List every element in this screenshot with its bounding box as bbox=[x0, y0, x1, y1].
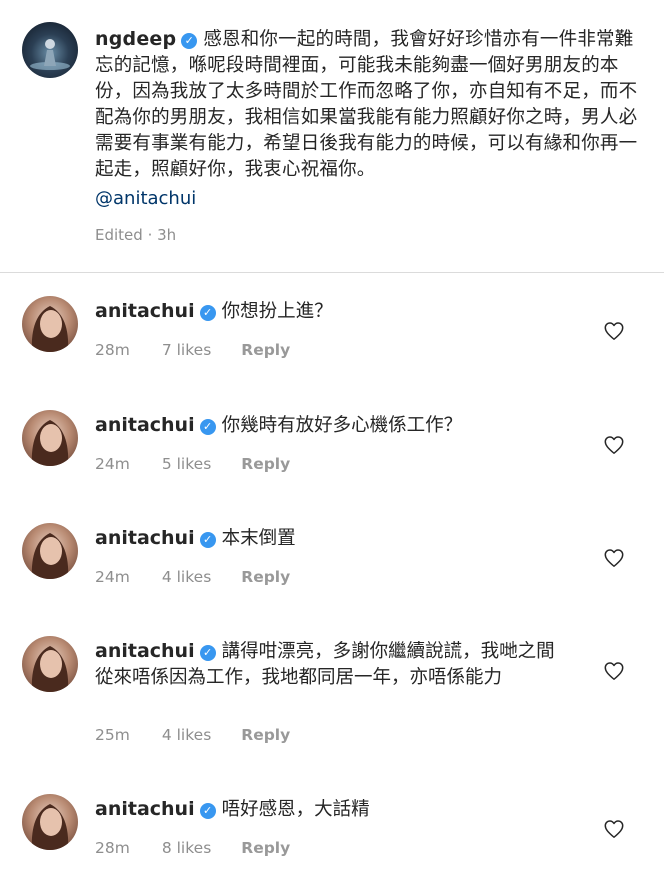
comment-likes[interactable]: 4 likes bbox=[162, 726, 211, 744]
post-caption: ngdeep ✓ 感恩和你一起的時間，我會好好珍惜亦有一件非常難忘的記憶，喺呢段時間… bbox=[0, 0, 664, 272]
caption-edited-timestamp: Edited · 3h bbox=[95, 226, 177, 244]
comment-likes[interactable]: 8 likes bbox=[162, 839, 211, 857]
comment-body: anitachui ✓ 你幾時有放好多心機係工作？ bbox=[95, 412, 565, 439]
verified-badge-icon: ✓ bbox=[199, 419, 216, 435]
comment-likes[interactable]: 4 likes bbox=[162, 568, 211, 586]
avatar-photo-icon bbox=[31, 804, 69, 850]
comment-text: 你想扮上進？ bbox=[221, 301, 333, 322]
mention-link[interactable]: @anitachui bbox=[95, 188, 196, 209]
caption-author-avatar[interactable] bbox=[22, 22, 78, 78]
comment-username[interactable]: anitachui bbox=[95, 640, 195, 662]
avatar-photo-icon bbox=[31, 420, 69, 466]
commenter-avatar[interactable] bbox=[22, 296, 78, 352]
heart-outline-icon[interactable] bbox=[603, 818, 625, 840]
comment-time: 24m bbox=[95, 568, 130, 586]
avatar-photo-icon bbox=[31, 306, 69, 352]
comment-meta: 28m 8 likes Reply bbox=[95, 839, 290, 857]
verified-badge-icon: ✓ bbox=[199, 645, 216, 661]
avatar-photo-icon bbox=[31, 646, 69, 692]
comment-likes[interactable]: 5 likes bbox=[162, 455, 211, 473]
heart-outline-icon[interactable] bbox=[603, 320, 625, 342]
commenter-avatar[interactable] bbox=[22, 636, 78, 692]
reply-button[interactable]: Reply bbox=[241, 726, 290, 744]
commenter-avatar[interactable] bbox=[22, 794, 78, 850]
commenter-avatar[interactable] bbox=[22, 410, 78, 466]
comment-body: anitachui ✓ 唔好感恩，大話精 bbox=[95, 796, 565, 823]
comment-username[interactable]: anitachui bbox=[95, 798, 195, 820]
comment-meta: 24m 5 likes Reply bbox=[95, 455, 290, 473]
comment-username[interactable]: anitachui bbox=[95, 414, 195, 436]
reply-button[interactable]: Reply bbox=[241, 568, 290, 586]
caption-text: 感恩和你一起的時間，我會好好珍惜亦有一件非常難忘的記憶，喺呢段時間裡面，可能我未… bbox=[95, 29, 638, 180]
verified-badge-icon: ✓ bbox=[199, 803, 216, 819]
avatar-photo-icon bbox=[31, 533, 69, 579]
comment-body: anitachui ✓ 講得咁漂亮，多謝你繼續說謊，我哋之間從來唔係因為工作，我地都… bbox=[95, 638, 565, 691]
verified-badge-icon: ✓ bbox=[199, 532, 216, 548]
comment-time: 25m bbox=[95, 726, 130, 744]
comment-body: anitachui ✓ 本末倒置 bbox=[95, 525, 565, 552]
comment-meta: 28m 7 likes Reply bbox=[95, 341, 290, 359]
comment-text: 唔好感恩，大話精 bbox=[221, 799, 370, 820]
heart-outline-icon[interactable] bbox=[603, 660, 625, 682]
divider bbox=[0, 272, 664, 273]
comment-body: anitachui ✓ 你想扮上進？ bbox=[95, 298, 565, 325]
heart-outline-icon[interactable] bbox=[603, 547, 625, 569]
caption-username[interactable]: ngdeep bbox=[95, 28, 176, 50]
comment-likes[interactable]: 7 likes bbox=[162, 341, 211, 359]
reply-button[interactable]: Reply bbox=[241, 839, 290, 857]
avatar-photo-icon bbox=[30, 39, 70, 70]
verified-badge-icon: ✓ bbox=[199, 305, 216, 321]
comment-meta: 25m 4 likes Reply bbox=[95, 726, 290, 744]
comment-time: 28m bbox=[95, 341, 130, 359]
comment-time: 24m bbox=[95, 455, 130, 473]
comment-meta: 24m 4 likes Reply bbox=[95, 568, 290, 586]
comment-text: 本末倒置 bbox=[221, 528, 296, 549]
reply-button[interactable]: Reply bbox=[241, 341, 290, 359]
verified-badge-icon: ✓ bbox=[181, 33, 198, 49]
commenter-avatar[interactable] bbox=[22, 523, 78, 579]
heart-outline-icon[interactable] bbox=[603, 434, 625, 456]
comment-username[interactable]: anitachui bbox=[95, 300, 195, 322]
comment-time: 28m bbox=[95, 839, 130, 857]
caption-body: ngdeep ✓ 感恩和你一起的時間，我會好好珍惜亦有一件非常難忘的記憶，喺呢段時間… bbox=[95, 26, 643, 183]
comment-text: 你幾時有放好多心機係工作？ bbox=[221, 415, 463, 436]
reply-button[interactable]: Reply bbox=[241, 455, 290, 473]
comment-username[interactable]: anitachui bbox=[95, 527, 195, 549]
